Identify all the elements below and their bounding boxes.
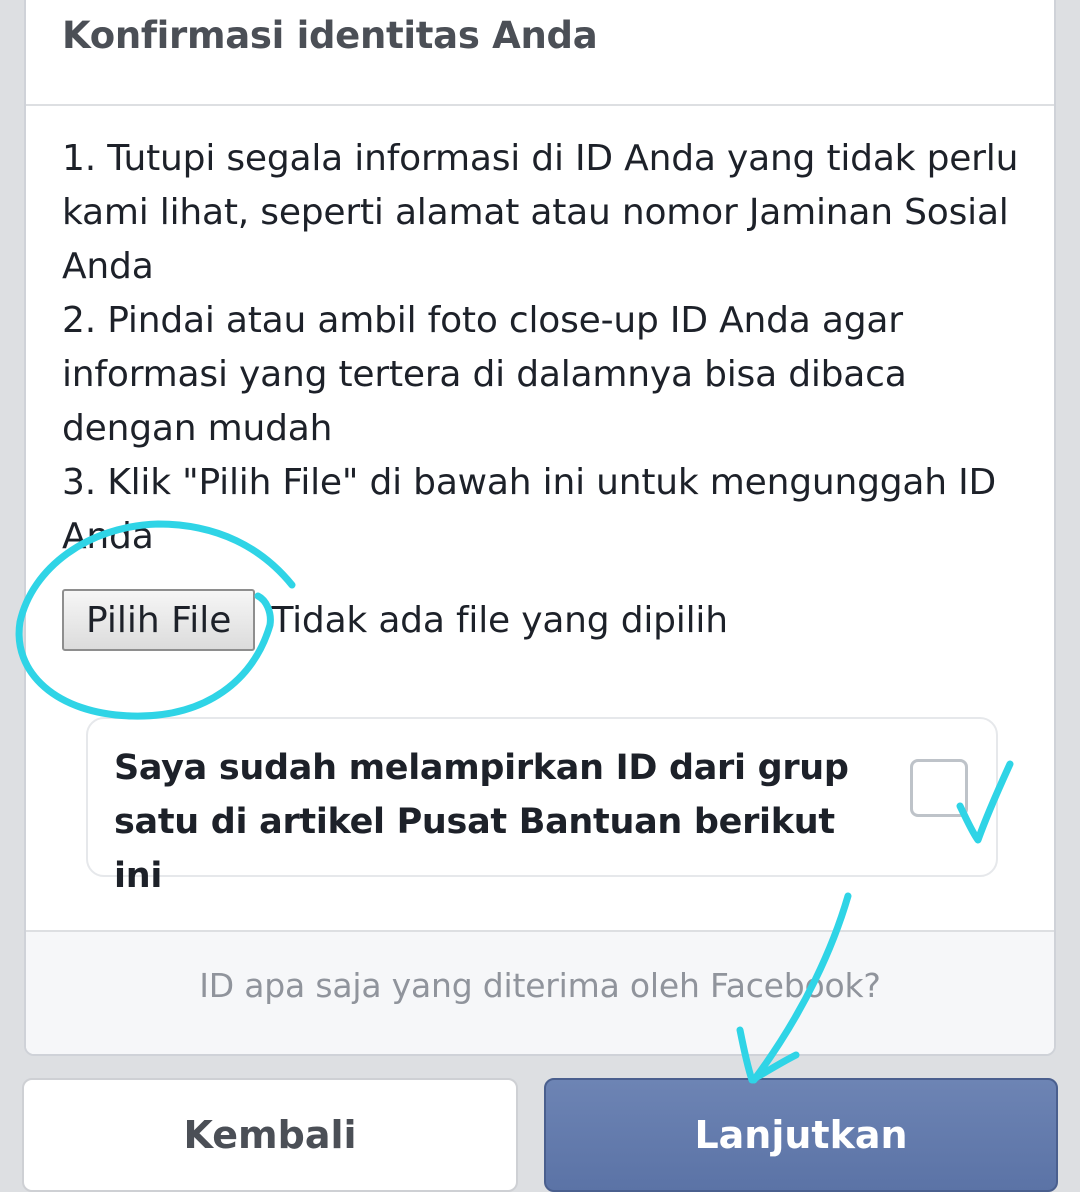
id-attached-confirmation[interactable]: Saya sudah melampirkan ID dari grup satu…: [86, 717, 998, 896]
back-button[interactable]: Kembali: [22, 1078, 518, 1192]
instruction-list: 1. Tutupi segala informasi di ID Anda ya…: [62, 132, 1032, 564]
card-footer: ID apa saja yang diterima oleh Facebook?: [26, 930, 1054, 1054]
instruction-step-2: 2. Pindai atau ambil foto close-up ID An…: [62, 300, 907, 449]
file-upload-row: Pilih File Tidak ada file yang dipilih: [62, 588, 728, 652]
confirmation-label: Saya sudah melampirkan ID dari grup satu…: [114, 748, 849, 896]
identity-confirmation-card: Konfirmasi identitas Anda 1. Tutupi sega…: [24, 0, 1056, 1056]
confirmation-checkbox[interactable]: [910, 759, 968, 817]
card-header: Konfirmasi identitas Anda: [26, 0, 1054, 106]
instruction-step-1: 1. Tutupi segala informasi di ID Anda ya…: [62, 138, 1019, 287]
instruction-step-3: 3. Klik "Pilih File" di bawah ini untuk …: [62, 462, 997, 557]
choose-file-button[interactable]: Pilih File: [62, 589, 256, 651]
page-title: Konfirmasi identitas Anda: [62, 14, 598, 57]
continue-button[interactable]: Lanjutkan: [544, 1078, 1058, 1192]
file-status-text: Tidak ada file yang dipilih: [271, 599, 728, 641]
accepted-id-help-link[interactable]: ID apa saja yang diterima oleh Facebook?: [26, 966, 1054, 1005]
